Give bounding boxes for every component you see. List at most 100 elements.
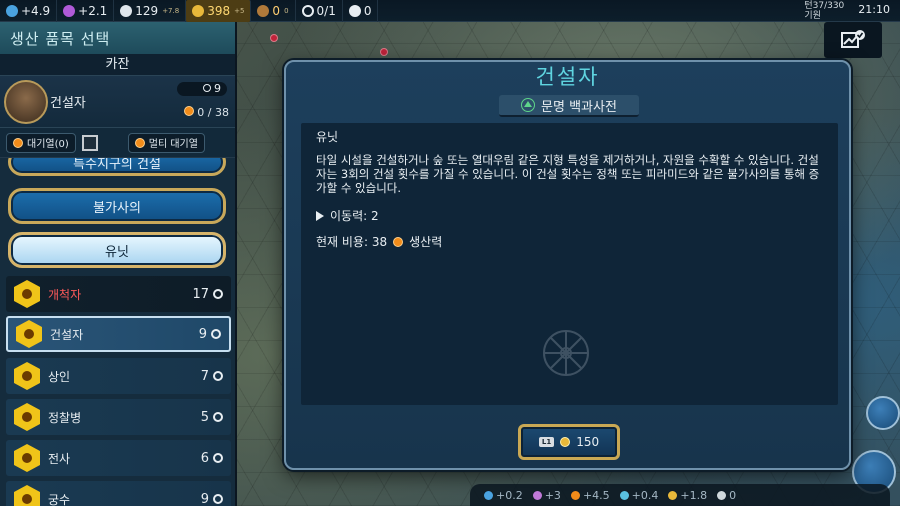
turn-counter: 턴37/330 기원 bbox=[804, 1, 845, 21]
notification-bell-button[interactable] bbox=[866, 396, 900, 430]
clock-icon bbox=[213, 412, 223, 422]
multi-queue-button[interactable]: 멀티 대기열 bbox=[127, 132, 205, 153]
unit-row-scout[interactable]: 정찰병 5 bbox=[6, 399, 231, 435]
city-marker[interactable] bbox=[380, 48, 388, 56]
category-districts[interactable]: 특수지구의 건설 bbox=[8, 158, 226, 176]
unit-row-archer[interactable]: 궁수 9 bbox=[6, 481, 231, 506]
clock-icon bbox=[213, 453, 223, 463]
yield-science: +0.2 bbox=[484, 489, 523, 502]
unit-name: 궁수 bbox=[48, 492, 71, 506]
production-list[interactable]: 특수지구의 건설 불가사의 유닛 개척자 17 건설자 9 상인 7 정찰병 5 bbox=[0, 158, 235, 506]
unit-name: 상인 bbox=[48, 369, 71, 384]
faith-icon bbox=[120, 4, 133, 17]
envoys-counter[interactable]: 0/1 bbox=[296, 0, 343, 22]
builder-portrait bbox=[4, 80, 48, 124]
yield-faith: +0.4 bbox=[619, 489, 658, 502]
yield-culture: +3 bbox=[532, 489, 561, 502]
faith-yield[interactable]: 129 +7.8 bbox=[114, 0, 187, 22]
category-wonders[interactable]: 불가사의 bbox=[8, 188, 226, 224]
governor-icon bbox=[348, 4, 361, 17]
unit-name: 개척자 bbox=[48, 287, 82, 302]
clock-icon bbox=[213, 289, 223, 299]
l1-key-icon: L1 bbox=[538, 437, 555, 447]
description-box: 유닛 타일 시설을 건설하거나 숲 또는 열대우림 같은 지형 특성을 제거하거… bbox=[301, 123, 838, 405]
production-icon bbox=[570, 490, 580, 500]
unit-row-settler[interactable]: 개척자 17 bbox=[6, 276, 231, 312]
movement-stat: 이동력: 2 bbox=[316, 207, 379, 224]
unit-name: 건설자 bbox=[50, 327, 84, 342]
unit-row-trader[interactable]: 상인 7 bbox=[6, 358, 231, 394]
trader-icon bbox=[14, 362, 40, 390]
unit-row-warrior[interactable]: 전사 6 bbox=[6, 440, 231, 476]
city-name: 카잔 bbox=[0, 54, 235, 76]
gold-yield[interactable]: 398 +5 bbox=[186, 0, 252, 22]
current-production-turns: 9 bbox=[177, 82, 227, 96]
current-production[interactable]: 건설자 9 0 / 38 bbox=[0, 76, 235, 128]
production-icon bbox=[134, 137, 145, 148]
gold-icon bbox=[668, 490, 678, 500]
unit-info-modal: 건설자 문명 백과사전 유닛 타일 시설을 건설하거나 숲 또는 열대우림 같은… bbox=[284, 60, 851, 470]
tourism-icon bbox=[257, 4, 270, 17]
queue-button[interactable]: 대기열(0) bbox=[6, 132, 76, 153]
unit-turns: 7 bbox=[200, 368, 209, 384]
current-production-name: 건설자 bbox=[50, 96, 86, 111]
warrior-icon bbox=[14, 444, 40, 472]
settler-icon bbox=[14, 280, 40, 308]
top-resource-bar: +4.9 +2.1 129 +7.8 398 +5 00 0/1 0 턴37/330… bbox=[0, 0, 900, 22]
unit-turns: 9 bbox=[198, 326, 207, 342]
science-icon bbox=[6, 4, 18, 17]
gold-icon bbox=[192, 4, 205, 17]
movement-icon bbox=[316, 210, 324, 221]
production-icon bbox=[13, 137, 23, 148]
faith-icon bbox=[619, 490, 629, 500]
unit-turns: 9 bbox=[200, 491, 209, 506]
tourism-yield[interactable]: 00 bbox=[251, 0, 296, 22]
governor-counter[interactable]: 0 bbox=[343, 0, 379, 22]
clock-icon bbox=[211, 329, 221, 339]
unit-name: 전사 bbox=[48, 451, 71, 466]
modal-title: 건설자 bbox=[535, 65, 600, 89]
purchase-button[interactable]: L1 150 bbox=[518, 424, 620, 460]
production-icon bbox=[393, 236, 404, 247]
builder-icon bbox=[16, 320, 42, 348]
chart-check-icon bbox=[841, 30, 865, 48]
city-marker[interactable] bbox=[270, 34, 278, 42]
gold-icon bbox=[560, 437, 571, 447]
unit-turns: 5 bbox=[200, 409, 209, 425]
unit-turns: 17 bbox=[192, 286, 209, 302]
unit-type: 유닛 bbox=[316, 130, 339, 144]
unit-description: 타일 시설을 건설하거나 숲 또는 열대우림 같은 지형 특성을 제거하거나, … bbox=[316, 153, 820, 195]
unit-turns: 6 bbox=[200, 450, 209, 466]
yield-tourism: 0 bbox=[717, 489, 736, 502]
unit-row-builder[interactable]: 건설자 9 bbox=[6, 316, 231, 352]
clock-icon bbox=[213, 371, 223, 381]
city-yields-strip: +0.2 +3 +4.5 +0.4 +1.8 0 bbox=[470, 484, 890, 506]
production-icon bbox=[183, 106, 194, 116]
science-icon bbox=[484, 490, 493, 500]
envoy-icon bbox=[301, 4, 314, 17]
category-units[interactable]: 유닛 bbox=[8, 232, 226, 268]
triangle-button-icon bbox=[521, 98, 536, 112]
yield-gold: +1.8 bbox=[668, 489, 707, 502]
queue-checkbox[interactable] bbox=[81, 134, 98, 151]
production-panel: 생산 품목 선택 카잔 건설자 9 0 / 38 대기열(0) 멀티 대기열 특… bbox=[0, 22, 237, 506]
culture-icon bbox=[63, 4, 76, 17]
clock-icon bbox=[213, 494, 223, 504]
civilopedia-button[interactable]: 문명 백과사전 bbox=[499, 95, 639, 117]
queue-row: 대기열(0) 멀티 대기열 bbox=[0, 128, 235, 158]
current-production-progress: 0 / 38 bbox=[183, 106, 229, 119]
archer-icon bbox=[14, 485, 40, 506]
report-button[interactable] bbox=[824, 22, 882, 58]
clock-icon bbox=[203, 84, 211, 92]
culture-icon bbox=[532, 490, 542, 500]
builder-wheel-icon bbox=[543, 330, 589, 376]
panel-title: 생산 품목 선택 bbox=[0, 22, 235, 54]
science-yield[interactable]: +4.9 bbox=[0, 0, 58, 22]
tourism-icon bbox=[717, 490, 727, 500]
cost-stat: 현재 비용: 38 생산력 bbox=[316, 235, 443, 249]
clock-time: 21:10 bbox=[858, 3, 890, 16]
scout-icon bbox=[14, 403, 40, 431]
yield-production: +4.5 bbox=[570, 489, 610, 502]
unit-name: 정찰병 bbox=[48, 410, 82, 425]
culture-yield[interactable]: +2.1 bbox=[57, 0, 115, 22]
